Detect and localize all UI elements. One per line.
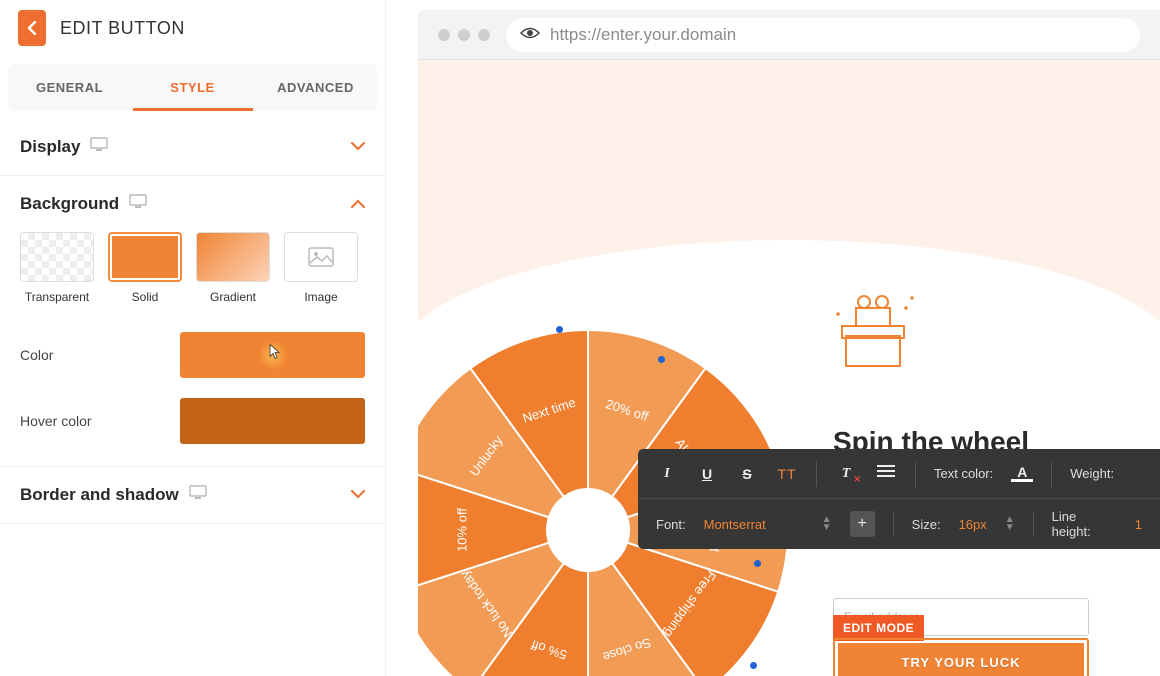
color-label: Color [20, 347, 180, 363]
solid-swatch [108, 232, 182, 282]
bg-option-solid[interactable]: Solid [108, 232, 182, 304]
background-type-options: Transparent Solid Gradient Image [0, 232, 385, 322]
text-color-button[interactable]: A [1011, 465, 1033, 482]
toolbar-row-font: Font: Montserrat ▲▼ + Size: 16px ▲▼ Line… [638, 499, 1160, 549]
section-border: Border and shadow [0, 467, 385, 524]
window-dot [478, 29, 490, 41]
separator [1033, 511, 1034, 537]
font-label: Font: [656, 517, 686, 532]
selection-handle[interactable] [754, 560, 761, 567]
window-dot [458, 29, 470, 41]
color-row: Color [0, 322, 385, 388]
chevron-left-icon [27, 21, 37, 35]
preview-canvas: Spin the wheel and win 20% offAlmost25% … [418, 60, 1160, 676]
transparent-swatch [20, 232, 94, 282]
chevron-up-icon [351, 195, 365, 213]
size-value[interactable]: 16px [959, 517, 987, 532]
selection-handle[interactable] [556, 326, 563, 333]
add-font-button[interactable]: + [850, 511, 875, 537]
tab-general[interactable]: GENERAL [8, 64, 131, 111]
size-stepper[interactable]: ▲▼ [1005, 516, 1015, 532]
desktop-icon [90, 137, 108, 157]
panel-title: EDIT BUTTON [60, 18, 185, 39]
text-transform-button[interactable]: TT [776, 466, 798, 482]
tab-advanced[interactable]: ADVANCED [254, 64, 377, 111]
window-controls [438, 29, 490, 41]
section-label: Background [20, 194, 119, 214]
separator [893, 511, 894, 537]
font-stepper[interactable]: ▲▼ [822, 516, 832, 532]
hover-color-label: Hover color [20, 413, 180, 429]
bg-option-image[interactable]: Image [284, 232, 358, 304]
section-label: Display [20, 137, 80, 157]
section-background: Background Transparent Solid Gradient [0, 176, 385, 467]
section-display: Display [0, 119, 385, 176]
tab-bar: GENERAL STYLE ADVANCED [8, 64, 377, 111]
eye-icon [520, 25, 540, 45]
hover-color-picker[interactable] [180, 398, 365, 444]
back-button[interactable] [18, 10, 46, 46]
preview-pane: https://enter.your.domain Spin the wheel… [418, 10, 1160, 676]
sidebar-header: EDIT BUTTON [0, 0, 385, 56]
url-text: https://enter.your.domain [550, 25, 736, 45]
section-head-border[interactable]: Border and shadow [0, 467, 385, 523]
separator [1051, 461, 1052, 487]
color-picker[interactable] [180, 332, 365, 378]
bg-option-gradient[interactable]: Gradient [196, 232, 270, 304]
size-label: Size: [912, 517, 941, 532]
underline-button[interactable]: U [696, 466, 718, 482]
try-your-luck-button[interactable]: TRY YOUR LUCK [838, 643, 1084, 676]
clear-format-button[interactable]: T✕ [835, 466, 857, 482]
text-toolbar: I U S TT T✕ Text color: A Weight: Font: … [638, 449, 1160, 549]
gradient-swatch [196, 232, 270, 282]
section-head-background[interactable]: Background [0, 176, 385, 232]
italic-button[interactable]: I [656, 466, 678, 482]
font-value[interactable]: Montserrat [704, 517, 804, 532]
selection-handle[interactable] [658, 356, 665, 363]
try-button-selection[interactable]: TRY YOUR LUCK [833, 638, 1089, 676]
browser-chrome: https://enter.your.domain [418, 10, 1160, 60]
strikethrough-button[interactable]: S [736, 466, 758, 482]
chevron-down-icon [351, 486, 365, 504]
align-button[interactable] [875, 464, 897, 483]
bg-label: Gradient [196, 290, 270, 304]
bg-label: Image [284, 290, 358, 304]
separator [915, 461, 916, 487]
lineheight-value[interactable]: 1 [1135, 517, 1142, 532]
separator [816, 461, 817, 487]
window-dot [438, 29, 450, 41]
sidebar: EDIT BUTTON GENERAL STYLE ADVANCED Displ… [0, 0, 386, 676]
desktop-icon [129, 194, 147, 214]
desktop-icon [189, 485, 207, 505]
bg-option-transparent[interactable]: Transparent [20, 232, 94, 304]
bg-label: Transparent [20, 290, 94, 304]
url-bar[interactable]: https://enter.your.domain [506, 18, 1140, 52]
gift-icon [828, 290, 918, 385]
selection-handle[interactable] [750, 662, 757, 669]
lineheight-label: Line height: [1052, 509, 1117, 539]
tab-style[interactable]: STYLE [131, 64, 254, 111]
image-swatch [284, 232, 358, 282]
section-head-display[interactable]: Display [0, 119, 385, 175]
text-color-label: Text color: [934, 466, 993, 481]
weight-label: Weight: [1070, 466, 1114, 481]
highlight-circle [258, 340, 288, 370]
hover-color-row: Hover color [0, 388, 385, 466]
chevron-down-icon [351, 138, 365, 156]
svg-text:10% off: 10% off [454, 508, 469, 552]
toolbar-row-formatting: I U S TT T✕ Text color: A Weight: [638, 449, 1160, 499]
wave-background [418, 60, 1160, 320]
bg-label: Solid [108, 290, 182, 304]
section-label: Border and shadow [20, 485, 179, 505]
